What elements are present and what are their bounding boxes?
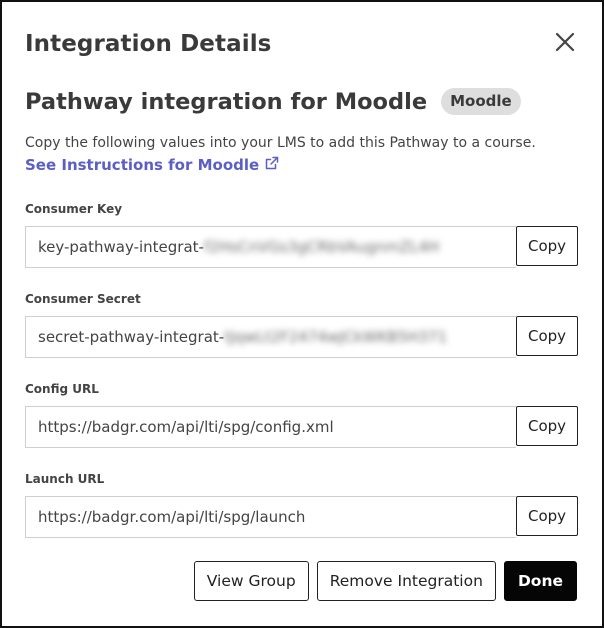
- consumer-key-field[interactable]: key-pathway-integrat-f2HsCnVGs3gCRbVAugn…: [25, 226, 516, 268]
- consumer-secret-obscured-value: tJqwLt2F2474wJCkWKB5H371: [224, 328, 448, 346]
- copy-consumer-secret-button[interactable]: Copy: [516, 316, 578, 356]
- external-link-icon: [265, 156, 279, 174]
- pathway-header: Pathway integration for Moodle Moodle: [25, 88, 521, 115]
- pathway-title: Pathway integration for Moodle: [25, 88, 428, 115]
- consumer-key-obscured-value: f2HsCnVGs3gCRbVAugnmZL4H: [203, 238, 440, 256]
- modal-title: Integration Details: [25, 31, 272, 57]
- launch-url-label: Launch URL: [25, 472, 105, 486]
- done-button[interactable]: Done: [503, 561, 577, 601]
- consumer-secret-value: secret-pathway-integrat-: [38, 328, 225, 346]
- close-icon: [552, 29, 578, 55]
- instructions-link-label: See Instructions for Moodle: [25, 156, 260, 174]
- lms-badge: Moodle: [441, 88, 521, 115]
- consumer-key-label: Consumer Key: [25, 202, 123, 216]
- close-button[interactable]: [552, 29, 578, 55]
- consumer-secret-field[interactable]: secret-pathway-integrat-tJqwLt2F2474wJCk…: [25, 316, 516, 358]
- config-url-field[interactable]: https://badgr.com/api/lti/spg/config.xml: [25, 406, 516, 448]
- launch-url-field[interactable]: https://badgr.com/api/lti/spg/launch: [25, 496, 516, 538]
- description-text: Copy the following values into your LMS …: [25, 135, 536, 151]
- copy-launch-url-button[interactable]: Copy: [516, 496, 578, 536]
- copy-consumer-key-button[interactable]: Copy: [516, 226, 578, 266]
- remove-integration-button[interactable]: Remove Integration: [316, 561, 496, 601]
- consumer-key-value: key-pathway-integrat-: [38, 238, 204, 256]
- config-url-row: https://badgr.com/api/lti/spg/config.xml…: [25, 406, 578, 448]
- launch-url-value: https://badgr.com/api/lti/spg/launch: [38, 508, 306, 526]
- modal-footer: View Group Remove Integration Done: [186, 561, 577, 601]
- config-url-value: https://badgr.com/api/lti/spg/config.xml: [38, 418, 334, 436]
- consumer-secret-row: secret-pathway-integrat-tJqwLt2F2474wJCk…: [25, 316, 578, 358]
- config-url-label: Config URL: [25, 382, 99, 396]
- integration-details-modal: Integration Details Pathway integration …: [0, 0, 604, 628]
- view-group-button[interactable]: View Group: [193, 561, 309, 601]
- launch-url-row: https://badgr.com/api/lti/spg/launch Cop…: [25, 496, 578, 538]
- consumer-key-row: key-pathway-integrat-f2HsCnVGs3gCRbVAugn…: [25, 226, 578, 268]
- instructions-link[interactable]: See Instructions for Moodle: [25, 156, 279, 174]
- copy-config-url-button[interactable]: Copy: [516, 406, 578, 446]
- consumer-secret-label: Consumer Secret: [25, 292, 141, 306]
